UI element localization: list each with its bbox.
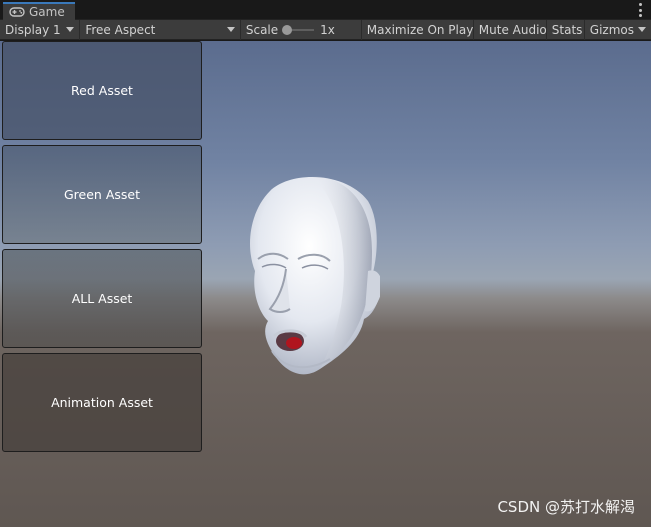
gamepad-icon	[9, 7, 25, 17]
mute-label: Mute Audio	[478, 22, 547, 37]
gizmos-label: Gizmos	[589, 22, 634, 37]
all-asset-button[interactable]: ALL Asset	[2, 249, 202, 348]
button-label: ALL Asset	[71, 291, 133, 306]
button-label: Red Asset	[71, 83, 133, 98]
tab-game[interactable]: Game	[3, 2, 75, 20]
maximize-label: Maximize On Play	[366, 22, 474, 37]
mute-audio-toggle[interactable]: Mute Audio	[474, 19, 547, 40]
chevron-down-icon	[638, 27, 646, 32]
scale-label: Scale	[245, 22, 279, 37]
aspect-dropdown[interactable]: Free Aspect	[80, 19, 241, 40]
animation-asset-button[interactable]: Animation Asset	[2, 353, 202, 452]
tab-label: Game	[29, 5, 65, 19]
maximize-on-play-toggle[interactable]: Maximize On Play	[362, 19, 474, 40]
scale-value: 1x	[320, 22, 335, 37]
scale-slider[interactable]	[282, 24, 315, 35]
button-label: Green Asset	[64, 187, 140, 202]
game-toolbar: Display 1 Free Aspect Scale 1x Maximize …	[0, 19, 651, 40]
tab-strip: Game	[0, 0, 651, 20]
stats-label: Stats	[551, 22, 583, 37]
scale-control: Scale 1x	[241, 19, 362, 40]
game-viewport[interactable]: Red Asset Green Asset ALL Asset Animatio…	[0, 41, 651, 527]
chevron-down-icon	[226, 27, 235, 32]
display-label: Display 1	[5, 22, 61, 37]
button-label: Animation Asset	[51, 395, 153, 410]
red-asset-button[interactable]: Red Asset	[2, 41, 202, 140]
gizmos-dropdown[interactable]: Gizmos	[585, 20, 651, 40]
stats-toggle[interactable]: Stats	[547, 19, 585, 40]
aspect-label: Free Aspect	[85, 22, 156, 37]
more-options-icon[interactable]	[637, 3, 643, 17]
green-asset-button[interactable]: Green Asset	[2, 145, 202, 244]
chevron-down-icon	[66, 27, 75, 32]
head-model	[250, 176, 380, 375]
display-dropdown[interactable]: Display 1	[0, 19, 81, 40]
slider-thumb[interactable]	[282, 24, 293, 35]
watermark: CSDN @苏打水解渴	[497, 498, 635, 516]
